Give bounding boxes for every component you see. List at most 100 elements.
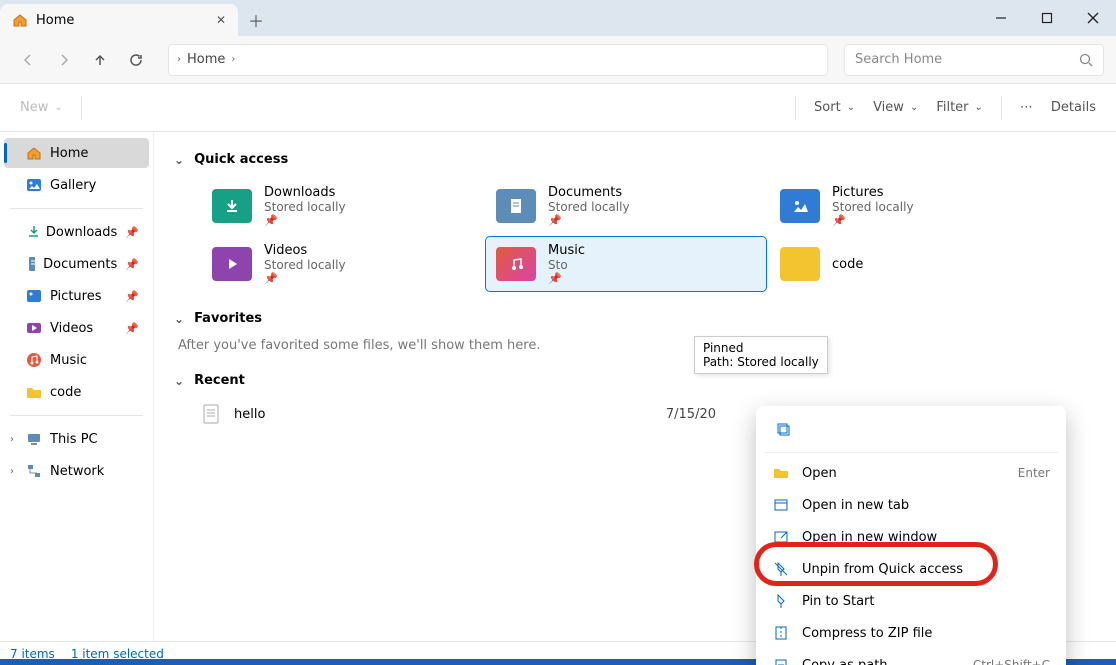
sidebar-item-label: This PC <box>50 432 98 447</box>
recent-file-date: 7/15/20 <box>666 407 716 422</box>
folder-icon <box>26 384 42 400</box>
chevron-down-icon: ⌄ <box>174 312 184 326</box>
tooltip: Pinned Path: Stored locally <box>694 336 828 374</box>
forward-button[interactable] <box>48 44 80 76</box>
chevron-down-icon: ⌄ <box>910 102 918 113</box>
quick-access-item[interactable]: Downloads Stored locally 📌 <box>202 179 482 233</box>
tab-home[interactable]: Home ✕ <box>0 4 238 36</box>
item-name: Pictures <box>832 185 914 200</box>
ctx-copy-button[interactable] <box>768 416 800 444</box>
ctx-pin-start[interactable]: Pin to Start <box>760 585 1062 617</box>
section-label: Favorites <box>194 311 262 326</box>
chevron-down-icon: ⌄ <box>174 374 184 388</box>
quick-access-item[interactable]: Documents Stored locally 📌 <box>486 179 766 233</box>
item-name: code <box>832 257 863 272</box>
pin-icon: 📌 <box>125 290 139 303</box>
ctx-label: Open in new tab <box>802 498 909 513</box>
video-icon <box>26 320 42 336</box>
file-icon <box>202 404 220 424</box>
sidebar-item-label: Home <box>50 146 88 161</box>
section-recent[interactable]: ⌄ Recent <box>174 373 1096 388</box>
recent-file-name: hello <box>234 407 265 422</box>
details-button[interactable]: Details <box>1051 100 1096 115</box>
picture-icon <box>26 288 42 304</box>
ctx-unpin[interactable]: Unpin from Quick access <box>760 553 1062 585</box>
filter-button[interactable]: Filter ⌄ <box>936 100 983 115</box>
window-icon <box>772 528 790 546</box>
download-icon <box>26 224 38 240</box>
quick-access-item[interactable]: Pictures Stored locally 📌 <box>770 179 1050 233</box>
sidebar-item-label: Music <box>50 353 87 368</box>
sidebar-item-pictures[interactable]: Pictures 📌 <box>4 281 149 311</box>
chevron-down-icon: ⌄ <box>847 102 855 113</box>
ctx-label: Copy as path <box>802 658 888 665</box>
pin-icon: 📌 <box>548 272 585 285</box>
sidebar-item-downloads[interactable]: Downloads 📌 <box>4 217 149 247</box>
sidebar: Home Gallery Downloads 📌 Documents 📌 Pic… <box>0 132 154 643</box>
sidebar-item-documents[interactable]: Documents 📌 <box>4 249 149 279</box>
view-label: View <box>873 100 904 115</box>
section-favorites[interactable]: ⌄ Favorites <box>174 311 1096 326</box>
pin-icon <box>772 592 790 610</box>
chevron-down-icon: ⌄ <box>174 153 184 167</box>
sort-button[interactable]: Sort ⌄ <box>814 100 855 115</box>
ctx-open-tab[interactable]: Open in new tab <box>760 489 1062 521</box>
toolbar: New ⌄ Sort ⌄ View ⌄ Filter ⌄ ⋯ Details <box>0 84 1116 132</box>
quick-access-item[interactable]: code <box>770 237 1050 291</box>
up-button[interactable] <box>84 44 116 76</box>
sidebar-item-music[interactable]: Music <box>4 345 149 375</box>
pin-icon: 📌 <box>264 272 346 285</box>
minimize-button[interactable] <box>978 0 1024 36</box>
quick-access-item-music[interactable]: Music Sto 📌 <box>486 237 766 291</box>
pin-icon: 📌 <box>125 258 139 271</box>
section-label: Quick access <box>194 152 288 167</box>
pin-icon: 📌 <box>125 322 139 335</box>
pin-icon: 📌 <box>125 226 139 239</box>
tab-close-icon[interactable]: ✕ <box>216 13 226 27</box>
item-sub: Stored locally <box>264 200 346 214</box>
close-button[interactable] <box>1070 0 1116 36</box>
sidebar-item-gallery[interactable]: Gallery <box>4 170 149 200</box>
ctx-compress[interactable]: Compress to ZIP file <box>760 617 1062 649</box>
quick-access-item[interactable]: Videos Stored locally 📌 <box>202 237 482 291</box>
unpin-icon <box>772 560 790 578</box>
search-input[interactable]: Search Home <box>844 44 1104 76</box>
sort-label: Sort <box>814 100 841 115</box>
sidebar-item-home[interactable]: Home <box>4 138 149 168</box>
new-label: New <box>20 100 48 115</box>
breadcrumb[interactable]: › Home › <box>168 44 828 76</box>
sidebar-item-code[interactable]: code <box>4 377 149 407</box>
new-tab-button[interactable]: ＋ <box>238 4 274 36</box>
sidebar-item-label: Pictures <box>50 289 101 304</box>
home-icon <box>26 145 42 161</box>
ctx-open-window[interactable]: Open in new window <box>760 521 1062 553</box>
sidebar-item-videos[interactable]: Videos 📌 <box>4 313 149 343</box>
ctx-shortcut: Ctrl+Shift+C <box>973 658 1050 665</box>
ctx-label: Pin to Start <box>802 594 874 609</box>
new-button[interactable]: New ⌄ <box>20 100 63 115</box>
ctx-label: Unpin from Quick access <box>802 562 963 577</box>
search-icon <box>1079 53 1093 67</box>
pin-icon: 📌 <box>832 214 914 227</box>
maximize-button[interactable] <box>1024 0 1070 36</box>
sidebar-item-network[interactable]: › Network <box>4 456 149 486</box>
folder-icon <box>772 464 790 482</box>
ctx-copy-path[interactable]: Copy as path Ctrl+Shift+C <box>760 649 1062 665</box>
copy-path-icon <box>772 656 790 665</box>
view-button[interactable]: View ⌄ <box>873 100 918 115</box>
chevron-down-icon: ⌄ <box>975 102 983 113</box>
chevron-down-icon: ⌄ <box>54 102 62 113</box>
item-sub: Stored locally <box>264 258 346 272</box>
more-button[interactable]: ⋯ <box>1020 100 1033 115</box>
breadcrumb-home[interactable]: Home <box>187 52 225 67</box>
refresh-button[interactable] <box>120 44 152 76</box>
sidebar-item-this-pc[interactable]: › This PC <box>4 424 149 454</box>
back-button[interactable] <box>12 44 44 76</box>
ctx-open[interactable]: Open Enter <box>760 457 1062 489</box>
sidebar-item-label: Gallery <box>50 178 96 193</box>
tooltip-line: Path: Stored locally <box>703 355 819 369</box>
section-label: Recent <box>194 373 245 388</box>
section-quick-access[interactable]: ⌄ Quick access <box>174 152 1096 167</box>
favorites-empty-text: After you've favorited some files, we'll… <box>178 338 1096 353</box>
pin-icon: 📌 <box>548 214 630 227</box>
